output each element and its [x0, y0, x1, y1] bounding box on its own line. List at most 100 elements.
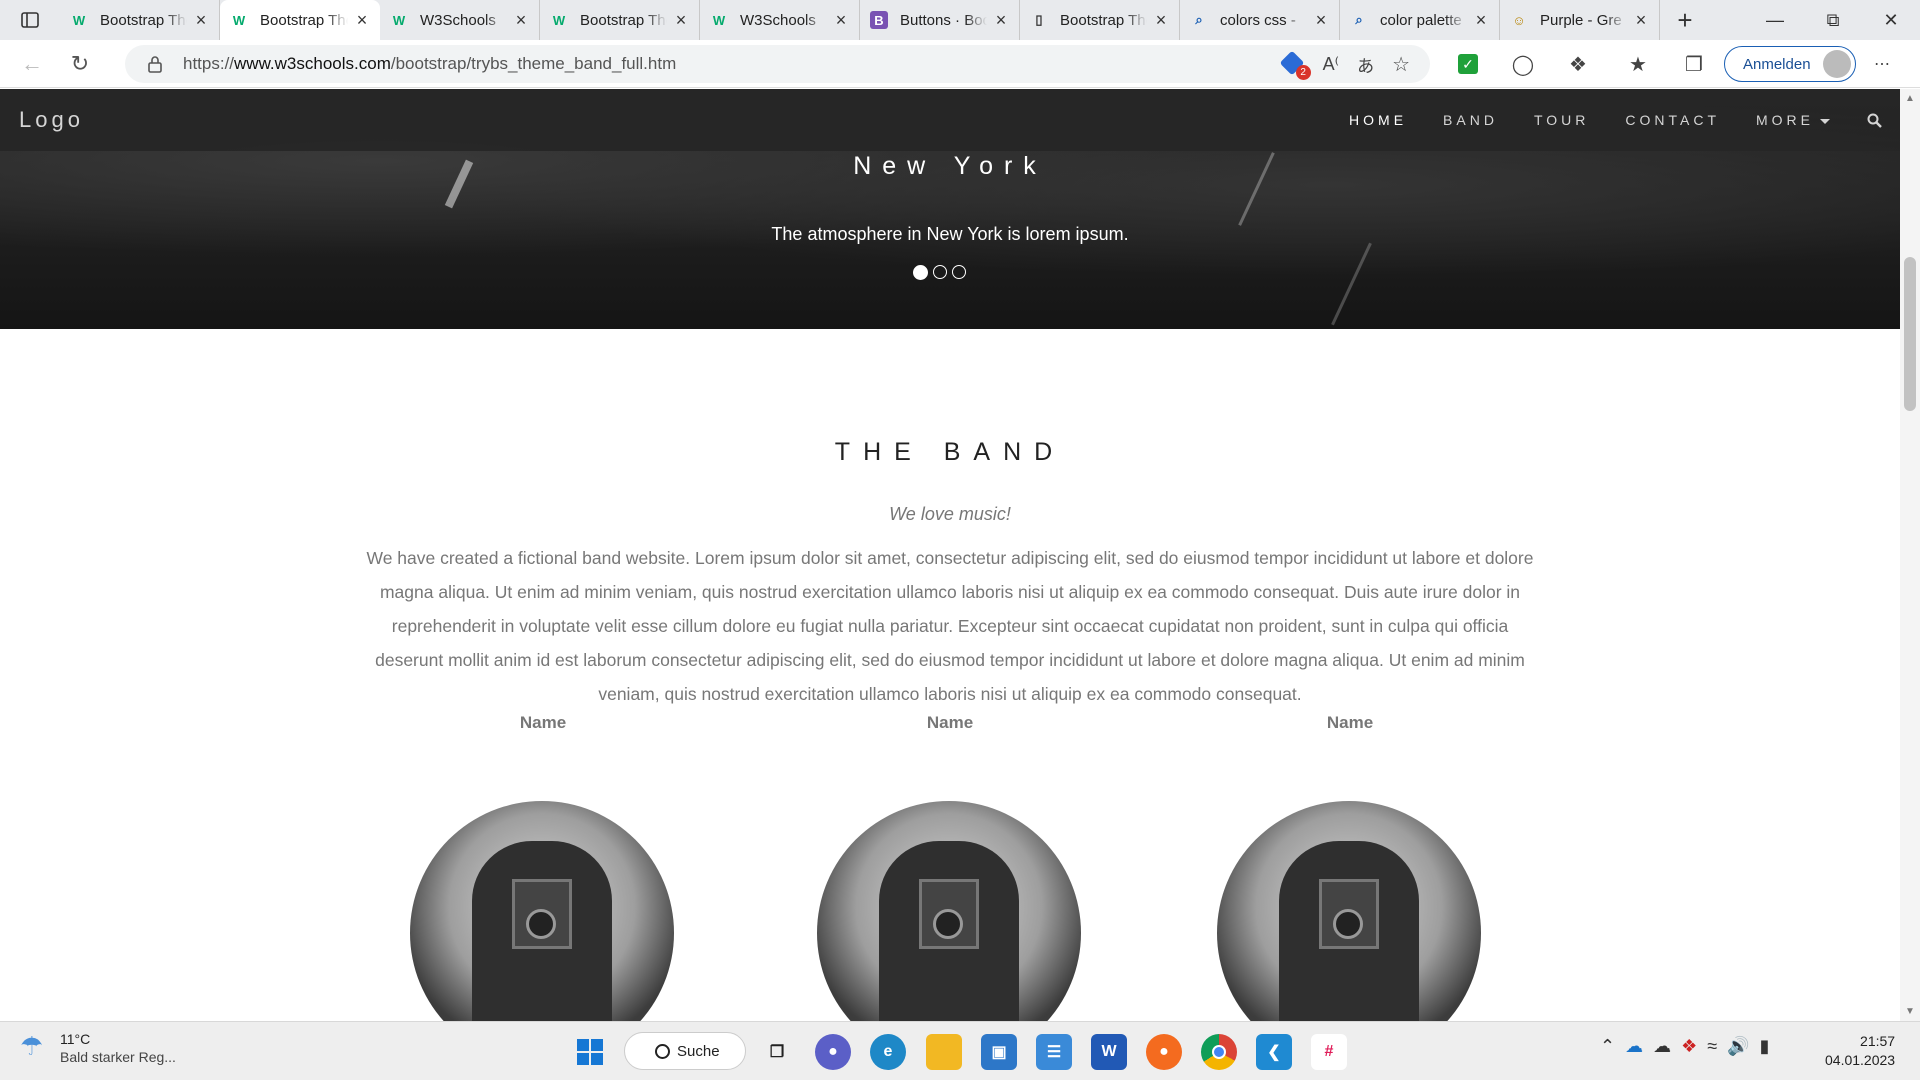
translate-icon[interactable]: あ [1357, 52, 1374, 77]
browser-tab[interactable]: ☺ Purple - Gre × [1500, 0, 1660, 40]
close-tab-icon[interactable]: × [1633, 10, 1649, 31]
member-photo[interactable] [817, 801, 1081, 1021]
nav-more-dropdown[interactable]: MORE [1738, 112, 1848, 128]
file-explorer-icon[interactable] [926, 1034, 962, 1070]
more-options-icon[interactable]: ⋯ [1866, 48, 1898, 80]
extensions-icon[interactable]: ❖ [1562, 48, 1594, 80]
firefox-icon[interactable]: ● [1146, 1034, 1182, 1070]
system-tray: ⌃ ☁ ☁ ❖ ≈ 🔊 ▮ [1600, 1036, 1769, 1057]
browser-tab[interactable]: ▯ Bootstrap Theme × [1020, 0, 1180, 40]
dropbox-icon[interactable]: ❖ [1681, 1036, 1697, 1057]
section-description: We have created a fictional band website… [366, 548, 1534, 704]
nav-contact[interactable]: CONTACT [1607, 112, 1738, 128]
close-tab-icon[interactable]: × [1313, 10, 1329, 31]
browser-tab[interactable]: ⌕ colors css - × [1180, 0, 1340, 40]
carousel-indicator-2[interactable] [933, 265, 947, 279]
weather-widget[interactable]: ☂ 11°C Bald starker Reg... [20, 1031, 176, 1067]
search-icon: ⌕ [1195, 12, 1203, 27]
edge-icon[interactable]: e [870, 1034, 906, 1070]
carousel-caption-text: The atmosphere in New York is lorem ipsu… [771, 224, 1129, 244]
browser-tab[interactable]: W W3Schools × [380, 0, 540, 40]
browser-toolbar: ← ↻ https://www.w3schools.com/bootstrap/… [0, 40, 1920, 88]
checkmark-extension-icon[interactable]: ✓ [1452, 48, 1484, 80]
browser-tab[interactable]: W Bootstrap Theme × [60, 0, 220, 40]
wifi-icon[interactable]: ≈ [1707, 1036, 1717, 1057]
close-tab-icon[interactable]: × [1473, 10, 1489, 31]
notepad-icon[interactable]: ☰ [1036, 1034, 1072, 1070]
close-tab-icon[interactable]: × [354, 10, 370, 31]
close-tab-icon[interactable]: × [193, 10, 209, 31]
nav-tour[interactable]: TOUR [1516, 112, 1607, 128]
tab-title: W3Schools [740, 11, 816, 29]
carousel-indicator-1[interactable] [913, 265, 928, 280]
web-page: Logo HOME BAND TOUR CONTACT MORE New Yor… [0, 89, 1900, 1021]
member-photo[interactable] [410, 801, 674, 1021]
url-prefix: https:// [183, 54, 235, 73]
windows-taskbar: ☂ 11°C Bald starker Reg... Suche ❐ ● e ▣… [0, 1021, 1920, 1080]
read-aloud-icon[interactable]: A⁽ [1323, 54, 1339, 75]
close-tab-icon[interactable]: × [1153, 10, 1169, 31]
w3schools-icon: W [72, 12, 86, 28]
close-tab-icon[interactable]: × [833, 10, 849, 31]
browser-tab[interactable]: ⌕ color palette × [1340, 0, 1500, 40]
nav-band[interactable]: BAND [1425, 112, 1516, 128]
browser-tab[interactable]: W Bootstrap Theme × [540, 0, 700, 40]
signin-button[interactable]: Anmelden [1724, 46, 1856, 82]
teams-chat-icon[interactable]: ● [815, 1034, 851, 1070]
chrome-icon[interactable] [1201, 1034, 1237, 1070]
section-tagline: We love music! [889, 504, 1011, 524]
favorites-icon[interactable]: ★ [1622, 48, 1654, 80]
chevron-up-icon[interactable]: ⌃ [1600, 1036, 1615, 1057]
close-tab-icon[interactable]: × [993, 10, 1009, 31]
collections-icon[interactable]: ❐ [1678, 48, 1710, 80]
vscode-icon[interactable]: ❮ [1256, 1034, 1292, 1070]
word-icon[interactable]: W [1091, 1034, 1127, 1070]
tab-actions-icon[interactable] [0, 0, 60, 40]
battery-icon[interactable]: ▮ [1760, 1036, 1770, 1057]
page-scrollbar[interactable]: ▲ ▼ [1900, 89, 1920, 1021]
close-window-button[interactable]: ✕ [1862, 0, 1920, 40]
task-view-icon[interactable]: ❐ [759, 1034, 795, 1070]
start-button[interactable] [572, 1034, 608, 1070]
headphones-icon[interactable]: ◯ [1507, 48, 1539, 80]
tab-title: Bootstrap Theme [260, 11, 348, 29]
slack-icon[interactable]: # [1311, 1034, 1347, 1070]
onedrive-icon[interactable]: ☁ [1625, 1036, 1643, 1057]
add-favorite-icon[interactable]: ☆ [1392, 52, 1410, 77]
close-tab-icon[interactable]: × [513, 10, 529, 31]
system-clock[interactable]: 21:57 04.01.2023 [1825, 1032, 1895, 1070]
page-icon: ▯ [1035, 12, 1043, 27]
volume-icon[interactable]: 🔊 [1727, 1036, 1749, 1057]
scroll-down-arrow[interactable]: ▼ [1905, 1006, 1915, 1017]
new-tab-button[interactable]: + [1660, 0, 1710, 40]
search-icon[interactable] [1848, 113, 1900, 128]
back-button[interactable]: ← [12, 44, 52, 84]
lock-icon[interactable] [147, 55, 163, 73]
browser-tab[interactable]: B Buttons · Bootstrap × [860, 0, 1020, 40]
member-name: Name [1326, 713, 1374, 732]
rain-cloud-icon: ☂ [20, 1031, 44, 1061]
extension-badge-icon[interactable]: 2 [1279, 50, 1311, 80]
band-member-card: Name [408, 713, 678, 1021]
tab-title: W3Schools [420, 11, 496, 29]
member-photo[interactable] [1217, 801, 1481, 1021]
tab-title: Bootstrap Theme [580, 11, 667, 29]
cloud-icon[interactable]: ☁ [1653, 1036, 1671, 1057]
reload-button[interactable]: ↻ [60, 44, 100, 84]
scroll-up-arrow[interactable]: ▲ [1905, 93, 1915, 104]
scrollbar-thumb[interactable] [1904, 257, 1916, 411]
restore-button[interactable]: ⧉ [1804, 0, 1862, 40]
minimize-button[interactable]: — [1746, 0, 1804, 40]
address-bar[interactable]: https://www.w3schools.com/bootstrap/tryb… [125, 45, 1430, 83]
browser-tab[interactable]: W W3Schools × [700, 0, 860, 40]
site-logo[interactable]: Logo [19, 107, 84, 133]
close-tab-icon[interactable]: × [673, 10, 689, 31]
taskbar-search[interactable]: Suche [624, 1032, 746, 1070]
w3schools-icon: W [552, 12, 566, 28]
nav-home[interactable]: HOME [1331, 112, 1425, 128]
photos-app-icon[interactable]: ▣ [981, 1034, 1017, 1070]
browser-tab[interactable]: W Bootstrap Theme × [220, 0, 380, 40]
member-name: Name [519, 713, 567, 732]
carousel-indicator-3[interactable] [952, 265, 966, 279]
tab-title: color palette [1380, 11, 1462, 29]
